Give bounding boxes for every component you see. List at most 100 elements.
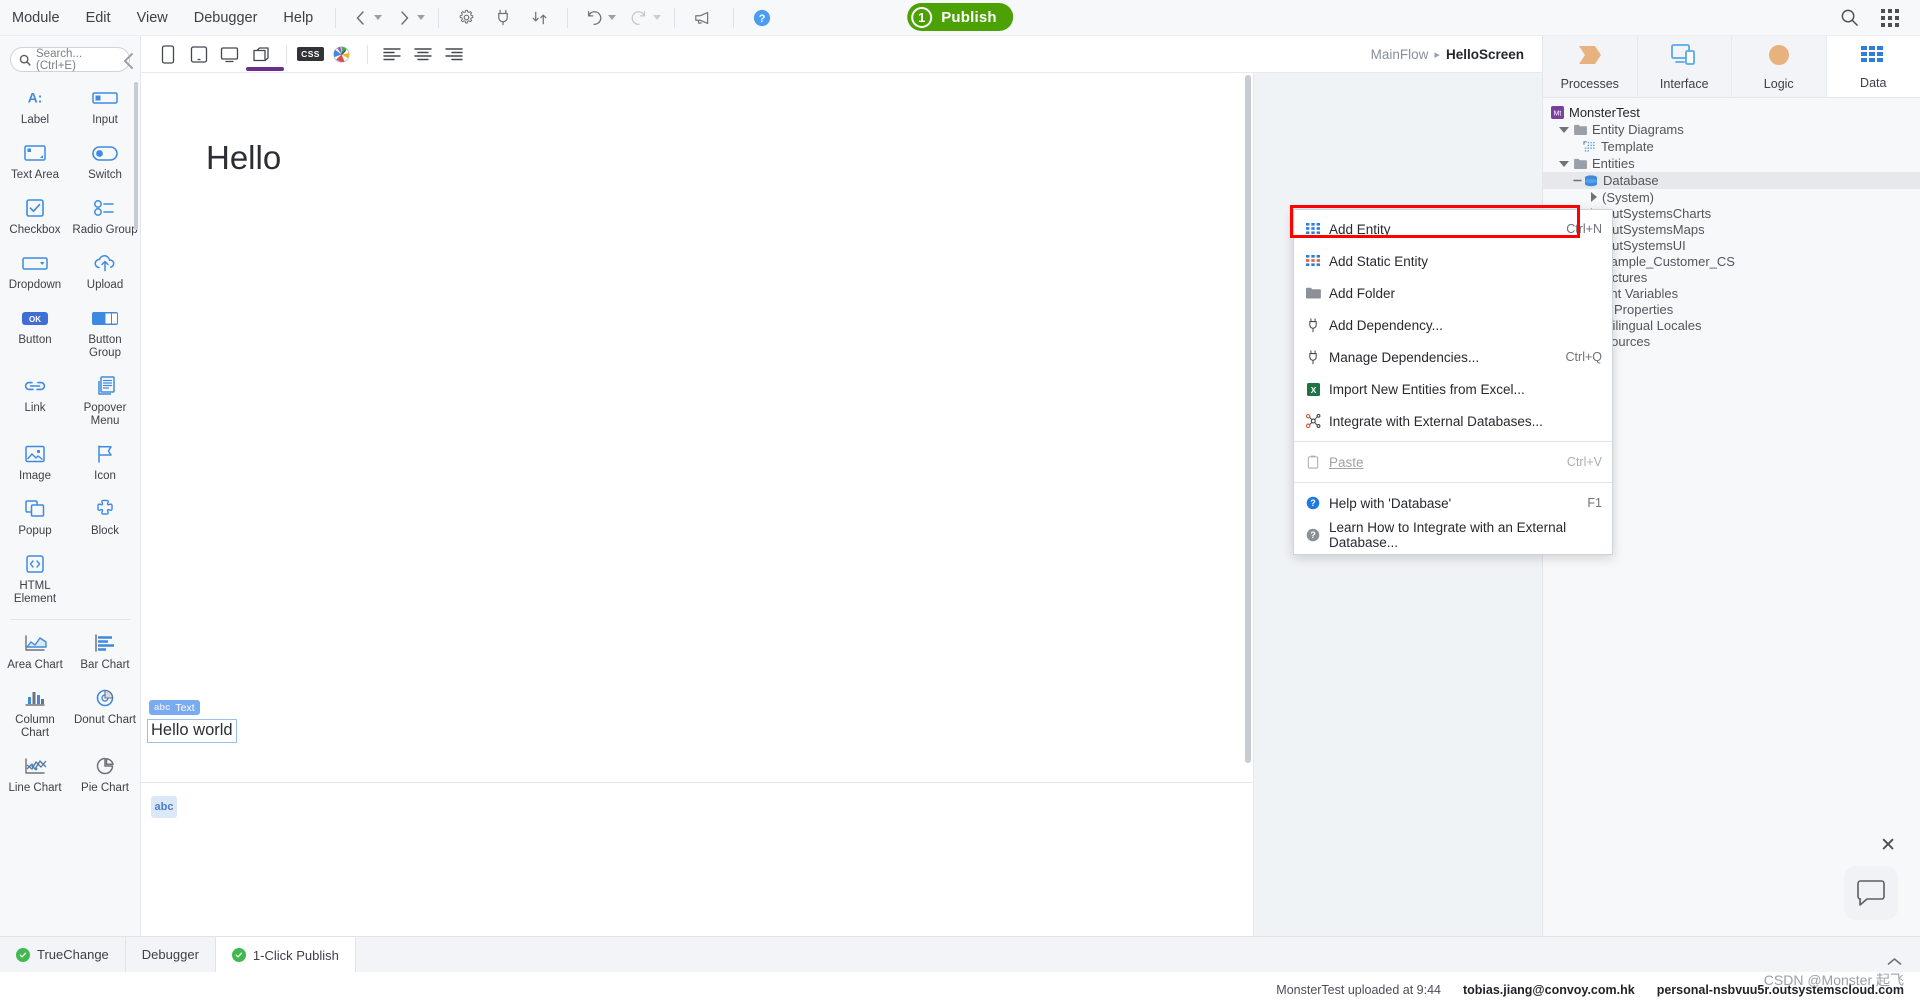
chevron-right-icon[interactable]	[1591, 192, 1597, 202]
forward-dropdown-caret-icon[interactable]	[417, 15, 426, 20]
tree-node-template[interactable]: Template	[1543, 138, 1920, 155]
menu-help[interactable]: Help	[270, 0, 326, 36]
search-input[interactable]: Search... (Ctrl+E)	[10, 47, 130, 72]
tablet-icon[interactable]	[184, 40, 213, 68]
widget-link[interactable]: Link	[0, 366, 70, 434]
widget-donut-chart[interactable]: Donut Chart	[70, 678, 140, 746]
context-menu[interactable]: Add Entity Ctrl+N Add Static Entity Add …	[1293, 209, 1613, 555]
gear-icon[interactable]	[448, 0, 485, 36]
page-title[interactable]: Hello	[206, 139, 281, 177]
widget-label[interactable]: A: Label	[0, 78, 70, 133]
tab-data[interactable]: Data	[1826, 36, 1920, 97]
bottom-tab-debugger[interactable]: Debugger	[126, 937, 216, 972]
css-icon[interactable]: CSS	[296, 40, 325, 68]
widget-area-chart[interactable]: Area Chart	[0, 623, 70, 678]
menu-module[interactable]: Module	[0, 0, 73, 36]
widget-html-element[interactable]: HTML Element	[0, 544, 70, 612]
bottom-tab-truechange[interactable]: TrueChange	[0, 937, 126, 972]
widget-checkbox[interactable]: Checkbox	[0, 188, 70, 243]
widget-button[interactable]: OK Button	[0, 298, 70, 366]
widget-bar-chart[interactable]: Bar Chart	[70, 623, 140, 678]
align-right-icon[interactable]	[439, 40, 468, 68]
widget-column-chart[interactable]: Column Chart	[0, 678, 70, 746]
collapse-toolbox-icon[interactable]	[122, 52, 136, 75]
placeholder-widget[interactable]: abc	[151, 796, 177, 818]
tree-node-entity-diagrams[interactable]: Entity Diagrams	[1543, 121, 1920, 138]
tree-node-system[interactable]: (System)	[1543, 189, 1920, 205]
search-icon[interactable]	[1829, 0, 1870, 36]
menu-item-help-with-database[interactable]: ? Help with 'Database' F1	[1294, 487, 1612, 519]
help-circle-icon[interactable]: ?	[743, 0, 781, 36]
widget-popup[interactable]: Popup	[0, 489, 70, 544]
redo-icon[interactable]	[620, 0, 648, 36]
widget-input[interactable]: Input	[70, 78, 140, 133]
tree-node-monstertest[interactable]: Mt MonsterTest	[1543, 104, 1920, 121]
menu-item-add-entity[interactable]: Add Entity Ctrl+N	[1294, 213, 1612, 245]
menu-item-add-dependency[interactable]: Add Dependency...	[1294, 309, 1612, 341]
widget-dropdown[interactable]: Dropdown	[0, 243, 70, 298]
plug-icon[interactable]	[485, 0, 521, 36]
tab-interface[interactable]: Interface	[1637, 36, 1732, 97]
widget-switch[interactable]: Switch	[70, 133, 140, 188]
menu-item-label: Manage Dependencies...	[1329, 349, 1480, 365]
menu-item-learn-integrate-external-database[interactable]: ? Learn How to Integrate with an Externa…	[1294, 519, 1612, 551]
widget-popover-menu[interactable]: Popover Menu	[70, 366, 140, 434]
menu-edit[interactable]: Edit	[73, 0, 124, 36]
chevron-open-icon[interactable]	[1573, 176, 1584, 185]
widget-image[interactable]: Image	[0, 434, 70, 489]
column-chart-icon	[23, 685, 47, 711]
canvas-scrollbar[interactable]	[1245, 75, 1251, 763]
menu-item-integrate-external-databases[interactable]: Integrate with External Databases...	[1294, 405, 1612, 437]
menu-item-add-folder[interactable]: Add Folder	[1294, 277, 1612, 309]
menu-item-manage-dependencies[interactable]: Manage Dependencies... Ctrl+Q	[1294, 341, 1612, 373]
redo-dropdown-caret-icon[interactable]	[653, 15, 662, 20]
desktop-icon[interactable]	[215, 40, 244, 68]
tab-logic[interactable]: Logic	[1732, 36, 1827, 97]
bar-chart-icon	[93, 630, 117, 656]
chat-bubble-button[interactable]	[1844, 866, 1898, 920]
forward-icon[interactable]	[386, 0, 412, 36]
widget-radio-group[interactable]: Radio Group	[70, 188, 140, 243]
menu-view[interactable]: View	[124, 0, 181, 36]
pie-chart-icon	[94, 753, 116, 779]
widget-block[interactable]: Block	[70, 489, 140, 544]
phone-icon[interactable]	[153, 40, 182, 68]
bottom-tab-one-click-publish[interactable]: 1-Click Publish	[215, 937, 356, 972]
divider	[335, 7, 337, 28]
widget-pie-chart[interactable]: Pie Chart	[70, 746, 140, 801]
close-icon[interactable]: ✕	[1880, 836, 1896, 855]
back-dropdown-caret-icon[interactable]	[374, 15, 383, 20]
megaphone-icon[interactable]	[684, 0, 724, 36]
menu-item-import-entities-excel[interactable]: X Import New Entities from Excel...	[1294, 373, 1612, 405]
menu-item-add-static-entity[interactable]: Add Static Entity	[1294, 245, 1612, 277]
widget-label-text: Area Chart	[7, 659, 63, 671]
undo-icon[interactable]	[577, 0, 603, 36]
widget-line-chart[interactable]: Line Chart	[0, 746, 70, 801]
chevron-down-icon[interactable]	[1559, 126, 1569, 133]
menu-item-label: Paste	[1329, 454, 1364, 470]
chat-icon	[1857, 879, 1885, 906]
layers-icon[interactable]	[246, 40, 275, 68]
menubar-right-actions	[1829, 0, 1920, 36]
back-icon[interactable]	[345, 0, 369, 36]
download-upload-icon[interactable]	[521, 0, 558, 36]
tree-node-database[interactable]: Database	[1543, 172, 1920, 189]
widget-icon[interactable]: Icon	[70, 434, 140, 489]
widget-button-group[interactable]: Button Group	[70, 298, 140, 366]
widget-text-area[interactable]: Text Area	[0, 133, 70, 188]
user-email: tobias.jiang@convoy.com.hk	[1462, 983, 1635, 997]
undo-dropdown-caret-icon[interactable]	[608, 15, 617, 20]
widget-upload[interactable]: Upload	[70, 243, 140, 298]
toolbox-scrollbar[interactable]	[134, 82, 138, 230]
tree-node-entities[interactable]: Entities	[1543, 155, 1920, 172]
theme-icon[interactable]	[327, 40, 356, 68]
align-left-icon[interactable]	[377, 40, 406, 68]
tab-processes[interactable]: Processes	[1543, 36, 1638, 97]
publish-button[interactable]: 1 Publish	[907, 3, 1013, 31]
menu-debugger[interactable]: Debugger	[181, 0, 271, 36]
grid-apps-icon[interactable]	[1870, 0, 1910, 36]
align-center-icon[interactable]	[408, 40, 437, 68]
chevron-down-icon[interactable]	[1559, 160, 1569, 167]
breadcrumb-parent[interactable]: MainFlow	[1371, 47, 1429, 62]
text-widget[interactable]: Hello world	[147, 719, 237, 743]
